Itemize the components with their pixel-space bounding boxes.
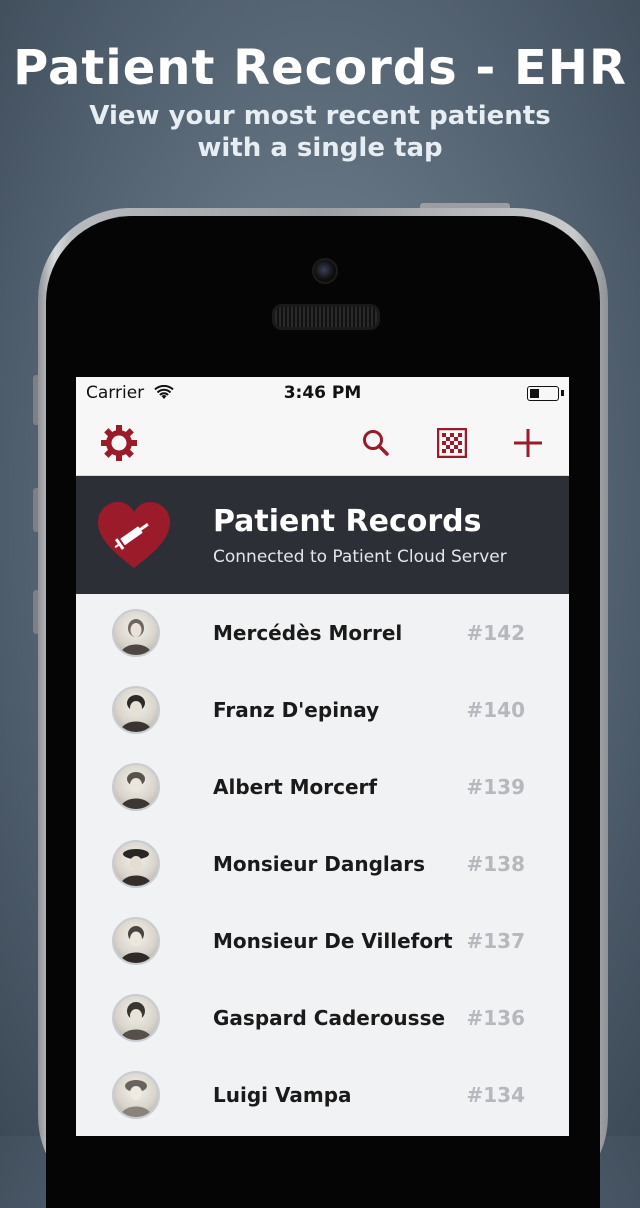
front-camera: [312, 258, 338, 284]
patient-avatar: [112, 1071, 160, 1119]
patient-name: Luigi Vampa: [213, 1083, 352, 1107]
battery-icon: [527, 386, 559, 401]
patient-avatar: [112, 763, 160, 811]
patient-name: Albert Morcerf: [213, 775, 378, 799]
plus-icon[interactable]: [509, 424, 547, 462]
patient-number: #142: [466, 621, 525, 645]
gear-icon[interactable]: [100, 424, 138, 462]
heart-syringe-icon: [96, 500, 172, 572]
patient-row[interactable]: Franz D'epinay #140: [76, 671, 569, 748]
app-screen: Carrier 3:46 PM Patient Records Connecte…: [76, 377, 569, 1136]
patient-number: #137: [466, 929, 525, 953]
promo-title: Patient Records - EHR: [13, 40, 627, 96]
patient-row[interactable]: Mercédès Morrel #142: [76, 594, 569, 671]
earpiece-speaker: [272, 304, 380, 330]
patient-number: #134: [466, 1083, 525, 1107]
patient-number: #139: [466, 775, 525, 799]
app-banner: Patient Records Connected to Patient Clo…: [76, 476, 569, 594]
banner-subtitle: Connected to Patient Cloud Server: [213, 547, 507, 567]
status-bar: Carrier 3:46 PM: [76, 377, 569, 409]
patient-name: Franz D'epinay: [213, 698, 380, 722]
battery-tip: [561, 390, 564, 396]
qr-code-icon[interactable]: [433, 424, 471, 462]
patient-avatar: [112, 917, 160, 965]
patient-row[interactable]: Albert Morcerf #139: [76, 748, 569, 825]
toolbar: [76, 409, 569, 476]
patient-row[interactable]: Luigi Vampa #134: [76, 1056, 569, 1133]
patient-avatar: [112, 994, 160, 1042]
patient-avatar: [112, 686, 160, 734]
battery-level: [530, 389, 539, 398]
patient-avatar: [112, 840, 160, 888]
status-time: 3:46 PM: [283, 383, 362, 403]
patient-name: Gaspard Caderousse: [213, 1006, 446, 1030]
patient-row[interactable]: Monsieur Danglars #138: [76, 825, 569, 902]
search-icon[interactable]: [357, 424, 395, 462]
patient-number: #140: [466, 698, 525, 722]
promo-subtitle: View your most recent patients with a si…: [89, 101, 551, 163]
patient-name: Monsieur Danglars: [213, 852, 426, 876]
patient-row[interactable]: Monsieur De Villefort #137: [76, 902, 569, 979]
patient-avatar: [112, 609, 160, 657]
patient-name: Monsieur De Villefort: [213, 929, 453, 953]
patient-name: Mercédès Morrel: [213, 621, 403, 645]
patient-row[interactable]: Gaspard Caderousse #136: [76, 979, 569, 1056]
banner-title: Patient Records: [213, 504, 482, 539]
patient-list: Mercédès Morrel #142 Franz D'epinay #140…: [76, 594, 569, 1133]
patient-number: #136: [466, 1006, 525, 1030]
patient-number: #138: [466, 852, 525, 876]
